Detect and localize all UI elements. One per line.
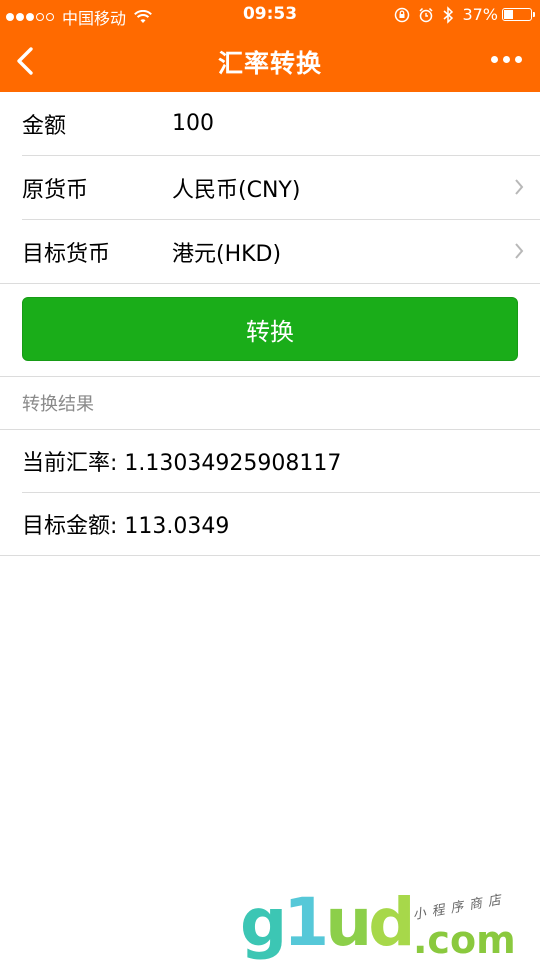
watermark-logo: g1ud 小程序商店 .com [240, 888, 540, 962]
watermark-letter-1: 1 [283, 884, 329, 961]
target-currency-label: 目标货币 [22, 241, 111, 267]
battery-percentage: 37% [462, 5, 498, 24]
result-header: 转换结果 [0, 376, 540, 430]
amount-row[interactable]: 金额 100 [22, 92, 540, 156]
more-options-icon[interactable] [486, 56, 522, 63]
amount-input[interactable]: 100 [172, 111, 540, 136]
source-currency-picker[interactable]: 人民币(CNY) [172, 172, 540, 204]
page-title: 汇率转换 [217, 49, 322, 78]
result-section: 转换结果 当前汇率: 1.13034925908117 目标金额: 113.03… [0, 376, 540, 556]
chevron-right-icon [515, 243, 524, 259]
battery-icon [502, 8, 535, 21]
battery-level-fill [504, 10, 513, 19]
currency-form: 金额 100 原货币 人民币(CNY) 目标货币 港元(HKD) [0, 92, 540, 284]
status-bar: 中国移动 09:53 37% [0, 0, 540, 30]
target-currency-row[interactable]: 目标货币 港元(HKD) [0, 220, 540, 284]
current-rate-text: 当前汇率: 1.13034925908117 [22, 430, 540, 493]
watermark-wordmark: g1ud [240, 890, 415, 956]
chevron-right-icon [515, 179, 524, 195]
target-currency-picker[interactable]: 港元(HKD) [172, 236, 540, 268]
rotation-lock-icon [395, 7, 410, 22]
convert-button[interactable]: 转换 [22, 297, 518, 361]
nav-bar: 汇率转换 [0, 30, 540, 92]
source-currency-label: 原货币 [22, 177, 89, 203]
amount-label: 金额 [22, 113, 67, 139]
watermark-letter-d: d [368, 884, 415, 961]
status-right: 37% [386, 5, 535, 24]
alarm-icon [419, 7, 433, 22]
watermark-domain: .com [413, 918, 516, 962]
watermark-letter-u: u [325, 884, 372, 961]
bluetooth-icon [443, 5, 454, 24]
source-currency-row[interactable]: 原货币 人民币(CNY) [22, 156, 540, 220]
watermark-letter-g: g [240, 884, 287, 961]
target-amount-text: 目标金额: 113.0349 [0, 493, 540, 556]
